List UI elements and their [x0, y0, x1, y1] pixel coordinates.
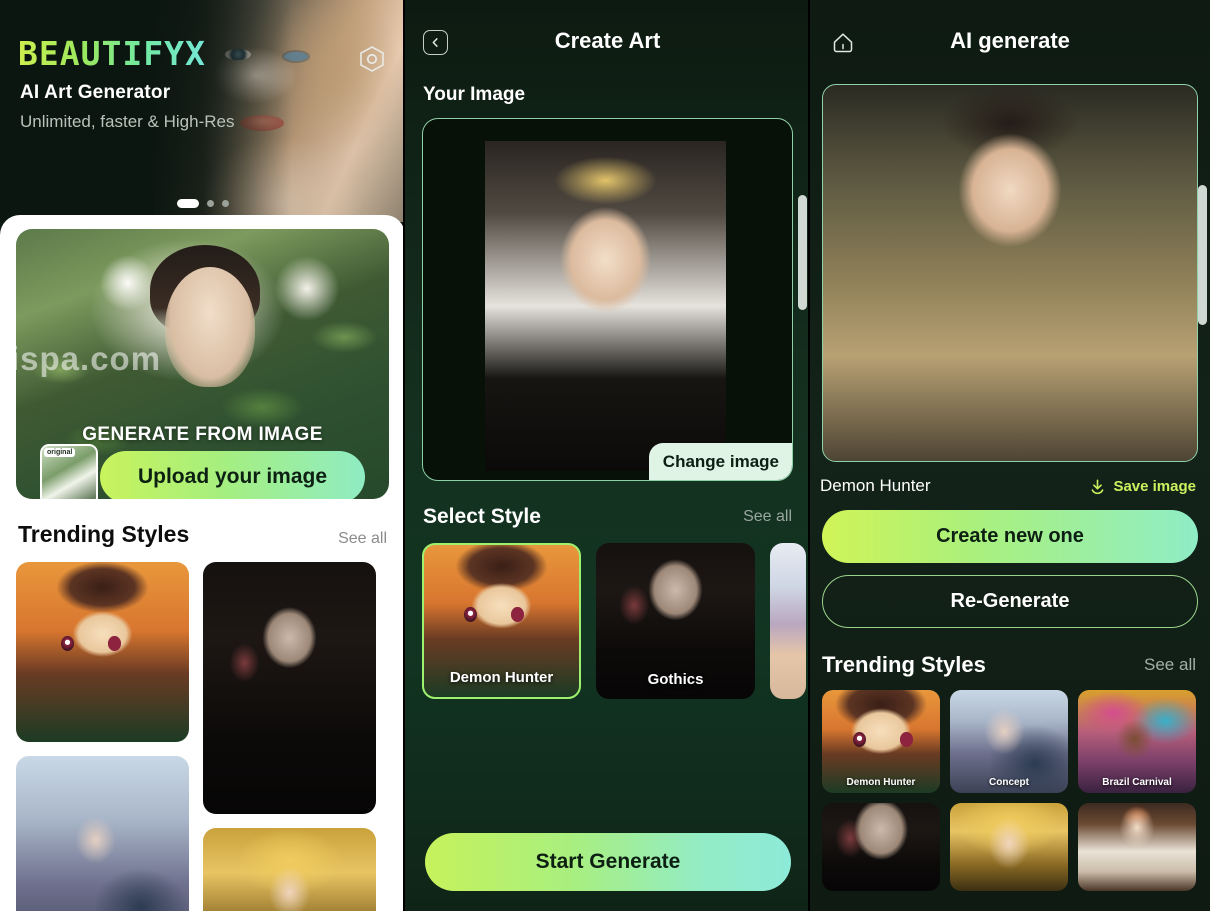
style-card-next-partial[interactable] — [770, 543, 806, 699]
right-trending-header: Trending Styles See all — [822, 652, 1196, 678]
right-trending-see-all[interactable]: See all — [1144, 655, 1196, 675]
app-tagline: AI Art Generator — [20, 82, 171, 103]
ai-generate-panel: AI generate Demon Hunter Save image Crea… — [810, 0, 1210, 911]
trending-tile-label: Brazil Carnival — [1102, 777, 1172, 788]
carousel-dot-1[interactable] — [176, 199, 199, 208]
select-style-see-all[interactable]: See all — [743, 508, 792, 526]
right-trending-title: Trending Styles — [822, 652, 986, 677]
save-image-label: Save image — [1113, 477, 1196, 495]
carousel-dot-3[interactable] — [221, 200, 229, 207]
trending-tile-label: Concept — [989, 777, 1029, 788]
style-card-gothics[interactable]: Gothics — [596, 543, 755, 699]
carousel-dot-2[interactable] — [206, 200, 214, 207]
select-style-title: Select Style — [423, 505, 541, 528]
style-card-label: Gothics — [647, 671, 704, 688]
app-screenshot: BEAUTIFYX AI Art Generator Unlimited, fa… — [0, 0, 1210, 911]
trending-tile[interactable]: Brazil Carnival — [1078, 690, 1196, 793]
scrollbar-middle-panel[interactable] — [798, 195, 807, 310]
generated-result-image[interactable] — [822, 84, 1198, 462]
original-thumbnail-image: original — [40, 444, 98, 499]
style-card-label: Demon Hunter — [449, 669, 554, 686]
ai-generate-title: AI generate — [950, 28, 1070, 53]
scrollbar-right-panel[interactable] — [1198, 185, 1207, 325]
ai-generate-topbar: AI generate — [810, 0, 1210, 84]
your-image-preview-card[interactable]: Change image — [422, 118, 793, 481]
trending-styles-see-all[interactable]: See all — [338, 530, 387, 548]
app-subtagline: Unlimited, faster & High-Res — [20, 112, 235, 131]
your-image-preview — [485, 141, 726, 471]
carousel-dots[interactable] — [0, 199, 405, 208]
result-style-name: Demon Hunter — [820, 476, 931, 495]
trending-tile[interactable] — [16, 756, 189, 911]
trending-tile[interactable] — [16, 562, 189, 742]
style-card-demon-hunter[interactable]: Demon Hunter — [422, 543, 581, 699]
trending-tile-label: Demon Hunter — [846, 777, 916, 788]
right-trending-grid: Demon Hunter Concept Brazil Carnival — [810, 690, 1210, 891]
save-image-button[interactable]: Save image — [1089, 478, 1196, 495]
trending-tile[interactable]: Concept — [950, 690, 1068, 793]
create-art-title: Create Art — [554, 28, 661, 53]
trending-styles-masonry — [16, 562, 389, 911]
your-image-label: Your Image — [423, 84, 526, 105]
trending-tile[interactable] — [950, 803, 1068, 891]
trending-styles-header: Trending Styles See all — [18, 521, 387, 548]
original-thumbnail[interactable]: original — [40, 444, 104, 499]
generate-from-image-card[interactable]: ispa.com GENERATE FROM IMAGE original Up… — [16, 229, 389, 499]
original-badge: original — [44, 448, 76, 457]
trending-tile[interactable] — [203, 562, 376, 814]
trending-tile[interactable] — [822, 803, 940, 891]
upload-your-image-button[interactable]: Upload your image — [100, 451, 365, 499]
trending-tile[interactable] — [203, 828, 376, 911]
create-art-topbar: Create Art — [405, 0, 810, 84]
start-generate-button[interactable]: Start Generate — [425, 833, 791, 891]
download-icon — [1092, 479, 1104, 494]
settings-hexagon-icon[interactable] — [357, 44, 387, 74]
masonry-column-left — [16, 562, 189, 911]
generate-from-image-title: GENERATE FROM IMAGE — [82, 424, 323, 445]
create-new-one-button[interactable]: Create new one — [822, 510, 1198, 563]
home-content-sheet: ispa.com GENERATE FROM IMAGE original Up… — [0, 215, 405, 911]
masonry-column-right — [203, 562, 376, 911]
trending-tile[interactable] — [1078, 803, 1196, 891]
re-generate-button[interactable]: Re-Generate — [822, 575, 1198, 628]
change-image-button[interactable]: Change image — [648, 443, 792, 480]
app-logo: BEAUTIFYX — [18, 34, 206, 73]
watermark-text: ispa.com — [16, 339, 162, 377]
home-screen-panel: BEAUTIFYX AI Art Generator Unlimited, fa… — [0, 0, 405, 911]
trending-styles-title: Trending Styles — [18, 521, 190, 547]
trending-tile[interactable]: Demon Hunter — [822, 690, 940, 793]
result-meta-row: Demon Hunter Save image — [820, 476, 1196, 496]
card-art-face — [165, 266, 256, 387]
select-style-header: Select Style See all — [423, 505, 792, 529]
create-art-panel: Create Art Your Image Change image Selec… — [405, 0, 810, 911]
style-carousel[interactable]: Demon Hunter Gothics — [405, 543, 810, 699]
hero-banner: BEAUTIFYX AI Art Generator Unlimited, fa… — [0, 0, 405, 222]
